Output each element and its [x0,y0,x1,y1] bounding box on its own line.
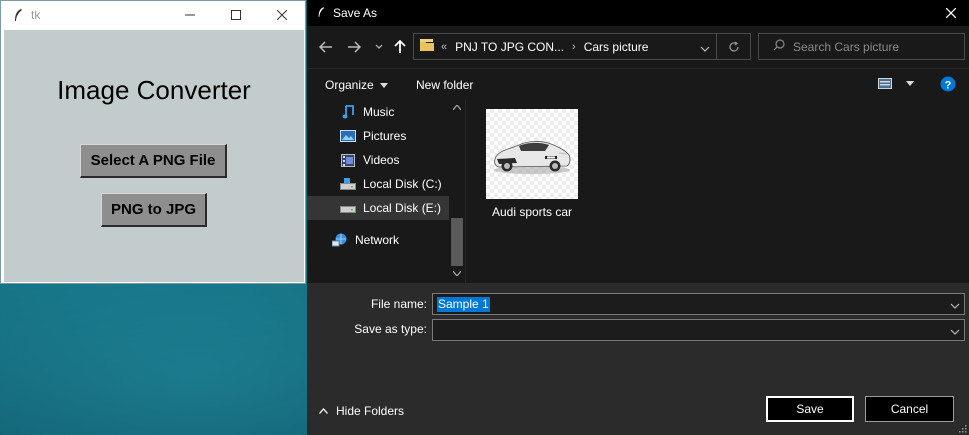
network-icon [331,232,349,248]
nav-item-local-disk-e[interactable]: Local Disk (E:) [307,196,449,220]
scroll-down-icon[interactable] [453,271,461,276]
music-icon [339,104,357,120]
maximize-icon[interactable] [213,1,259,28]
hide-folders-label: Hide Folders [336,404,405,418]
drive-icon [339,176,357,192]
nav-item-music[interactable]: Music [307,100,449,124]
folder-icon [419,38,435,55]
help-icon[interactable]: ? [940,76,956,92]
chevron-down-icon[interactable] [950,324,960,338]
feather-icon [7,8,29,22]
nav-item-label: Videos [363,153,400,167]
recent-locations-chevron-icon[interactable] [370,38,388,56]
resize-grip-icon[interactable] [958,424,967,433]
search-icon [773,39,785,54]
address-dropdown-icon[interactable] [700,41,710,55]
png-to-jpg-button[interactable]: PNG to JPG [101,193,207,227]
file-name-field-label: File name: [370,297,427,311]
chevron-down-icon[interactable] [950,298,960,312]
search-placeholder: Search Cars picture [793,39,900,54]
breadcrumb-overflow[interactable]: « [441,41,447,53]
breadcrumb-parent[interactable]: PNJ TO JPG CON... [455,40,564,54]
dialog-title: Save As [333,6,378,20]
address-bar[interactable]: « PNJ TO JPG CON... › Cars picture [413,33,751,60]
forward-arrow-icon[interactable] [345,38,363,56]
file-name-value: Sample 1 [437,296,490,312]
new-folder-button[interactable]: New folder [416,78,473,92]
chevron-up-icon [319,408,328,414]
nav-item-network[interactable]: Network [307,228,449,252]
view-options-button[interactable] [878,78,914,89]
minimize-icon[interactable] [167,1,213,28]
select-png-button[interactable]: Select A PNG File [80,144,227,178]
close-icon[interactable] [259,1,305,28]
feather-icon [317,6,325,21]
cancel-button[interactable]: Cancel [865,396,954,422]
command-bar: Organize New folder ? [307,68,969,100]
tk-titlebar[interactable]: tk [1,1,305,28]
tk-window: tk Image Converter Select A PNG File PNG… [0,0,306,284]
app-heading: Image Converter [57,75,251,105]
pictures-icon [339,128,357,144]
refresh-icon[interactable] [716,34,750,59]
chevron-down-icon [379,82,388,88]
nav-scrollbar[interactable] [449,100,465,283]
nav-item-label: Music [363,105,395,119]
new-folder-label: New folder [416,78,474,92]
nav-item-label: Local Disk (E:) [363,201,442,215]
svg-text:?: ? [945,80,952,92]
dialog-footer: File name: Sample 1 Save as type: Hide F… [307,283,969,435]
nav-item-pictures[interactable]: Pictures [307,124,449,148]
nav-item-local-disk-c[interactable]: Local Disk (C:) [307,172,449,196]
tk-body: Image Converter Select A PNG File PNG to… [4,30,304,282]
nav-item-label: Local Disk (C:) [363,177,442,191]
scroll-up-icon[interactable] [453,105,461,110]
nav-item-label: Network [355,233,400,247]
file-item[interactable]: Audi sports car [486,109,582,219]
up-arrow-icon[interactable] [391,38,409,56]
nav-scroll-thumb[interactable] [451,218,463,266]
breadcrumb-current[interactable]: Cars picture [584,40,649,54]
search-input[interactable]: Search Cars picture [758,33,965,60]
car-thumbnail [486,109,578,199]
hide-folders-toggle[interactable]: Hide Folders [319,404,404,418]
videos-icon [339,152,357,168]
back-arrow-icon[interactable] [317,38,335,56]
save-as-dialog: Save As « PNJ TO JPG CON... › Cars pictu… [307,0,969,435]
organize-label: Organize [325,78,374,92]
save-button[interactable]: Save [766,396,854,422]
drive-icon [339,200,357,216]
nav-item-videos[interactable]: Videos [307,148,449,172]
organize-menu[interactable]: Organize [325,78,388,92]
tk-window-title: tk [31,7,41,22]
file-name-label: Audi sports car [491,205,573,219]
file-name-field[interactable]: Sample 1 [432,293,965,315]
nav-item-label: Pictures [363,129,407,143]
dialog-titlebar[interactable]: Save As [307,0,969,26]
file-list[interactable]: Audi sports car [465,100,969,283]
navigation-bar: « PNJ TO JPG CON... › Cars picture Searc… [307,26,969,68]
breadcrumb-separator-icon: › [572,40,576,53]
chevron-down-icon [906,81,914,86]
save-type-field-label: Save as type: [354,322,427,336]
navigation-pane[interactable]: Music Pictures Videos Local Disk (C:) Lo… [307,100,465,283]
view-icon [878,78,892,89]
close-icon[interactable] [933,0,969,26]
save-type-select[interactable] [432,319,965,341]
